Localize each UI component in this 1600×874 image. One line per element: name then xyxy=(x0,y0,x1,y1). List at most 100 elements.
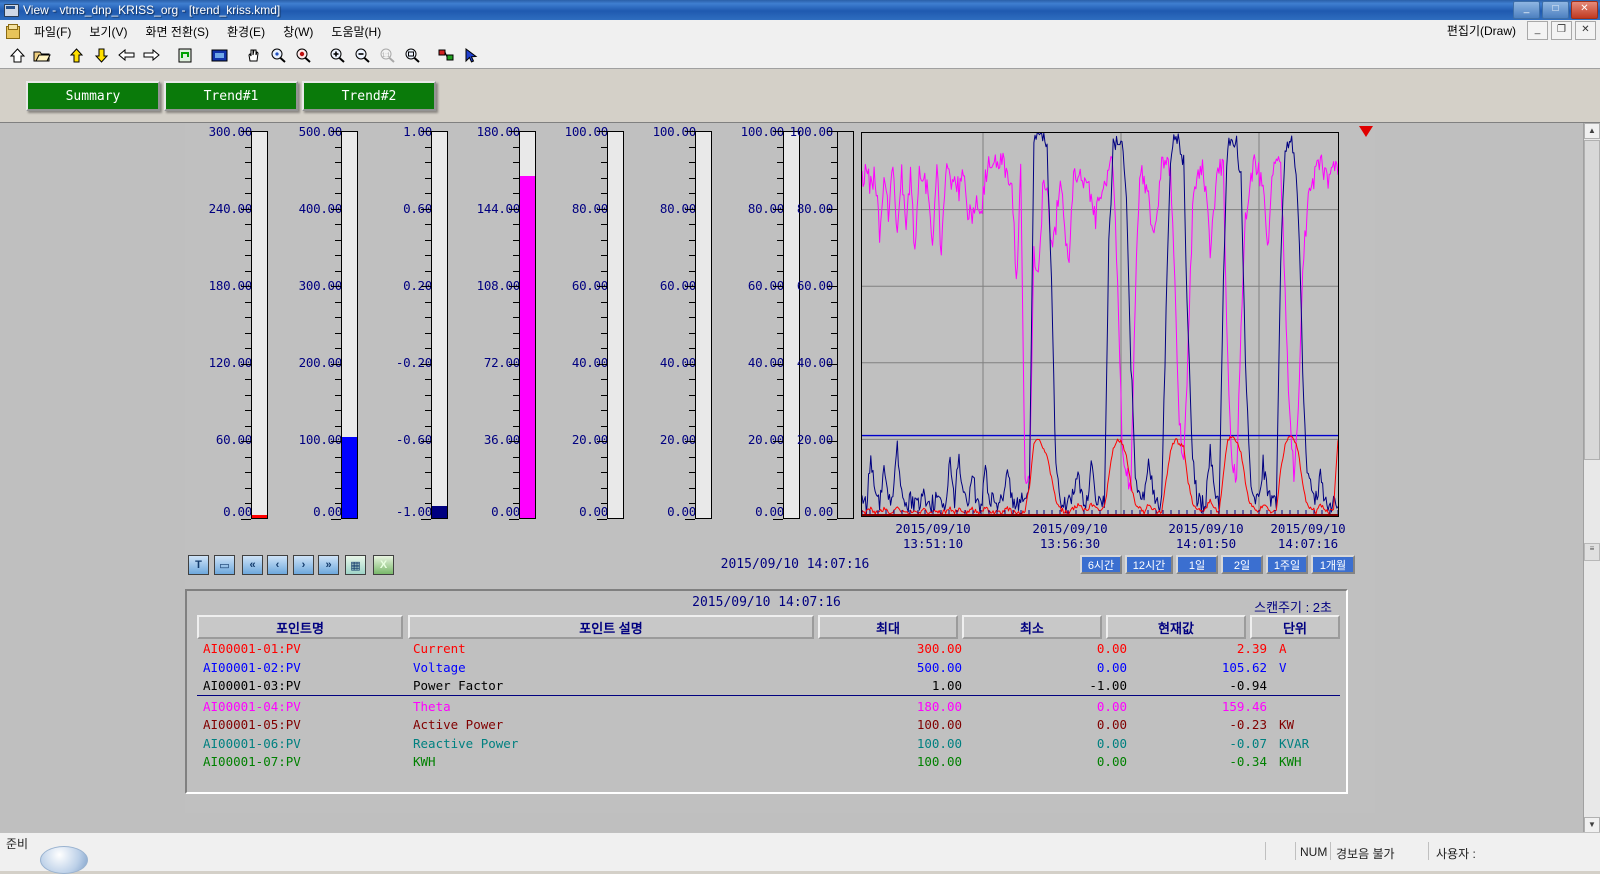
window-minimize-button[interactable]: _ xyxy=(1513,1,1540,19)
header-min[interactable]: 최소 xyxy=(962,615,1102,639)
zoom-area-icon[interactable] xyxy=(266,43,290,67)
scroll-fast-back-button[interactable]: « xyxy=(242,555,263,575)
header-point-description[interactable]: 포인트 설명 xyxy=(408,615,814,639)
table-row[interactable]: AI00001-03:PV Power Factor 1.00 -1.00 -0… xyxy=(197,678,1340,697)
mdi-restore-button[interactable]: ❐ xyxy=(1551,21,1572,40)
range-6h-button[interactable]: 6시간 xyxy=(1080,555,1122,574)
menu-file[interactable]: 파일(F) xyxy=(25,21,80,42)
gauge-voltage-tube xyxy=(341,131,358,519)
back-arrow-icon[interactable] xyxy=(114,43,138,67)
menu-window[interactable]: 창(W) xyxy=(274,21,322,42)
scroll-back-button[interactable]: ‹ xyxy=(267,555,288,575)
status-num-indicator: NUM xyxy=(1300,845,1328,859)
status-alarm-label: 경보음 불가 xyxy=(1336,847,1395,861)
trend-comment-button[interactable]: ▭ xyxy=(214,555,235,575)
zoom-fit-icon[interactable] xyxy=(400,43,424,67)
menu-view[interactable]: 보기(V) xyxy=(80,21,136,42)
cell-point-name: AI00001-02:PV xyxy=(203,659,301,675)
zoom-out-icon[interactable] xyxy=(350,43,374,67)
table-timestamp: 2015/09/10 14:07:16 xyxy=(692,595,841,610)
cell-current: -0.34 xyxy=(1229,754,1267,769)
range-12h-button[interactable]: 12시간 xyxy=(1125,555,1173,574)
header-unit[interactable]: 단위 xyxy=(1250,615,1340,639)
cell-current: -0.94 xyxy=(1229,678,1267,693)
header-max[interactable]: 최대 xyxy=(818,615,958,639)
chart-plot-area[interactable] xyxy=(861,132,1339,517)
zoom-in-icon[interactable] xyxy=(325,43,349,67)
menu-bar: 파일(F) 보기(V) 화면 전환(S) 환경(E) 창(W) 도움말(H) 편… xyxy=(0,20,1600,43)
gauge-reactive-power-tube xyxy=(695,131,712,519)
table-row[interactable]: AI00001-06:PV Reactive Power 100.00 0.00… xyxy=(197,736,1340,755)
chart-x-tick-date: 2015/09/10 xyxy=(895,521,971,536)
home-icon[interactable] xyxy=(5,43,29,67)
excel-export-button[interactable]: X xyxy=(373,555,394,575)
range-2day-button[interactable]: 2일 xyxy=(1221,555,1263,574)
header-point-name[interactable]: 포인트명 xyxy=(197,615,403,639)
zoom-100-icon[interactable]: 1:1 xyxy=(375,43,399,67)
title-bar: View - vtms_dnp_KRISS_org - [trend_kriss… xyxy=(0,0,1600,20)
cell-max: 300.00 xyxy=(916,641,962,656)
trend-chart: 100.00 80.00 60.00 40.00 20.00 0.00 2015… xyxy=(773,123,1373,551)
tab-summary[interactable]: Summary xyxy=(26,81,160,111)
window-controls: _ □ ✕ xyxy=(1513,1,1598,19)
scrollbar-grip[interactable]: ≡ xyxy=(1584,543,1600,561)
range-1day-button[interactable]: 1일 xyxy=(1176,555,1218,574)
gauge-ticks xyxy=(241,131,251,520)
table-header-row: 포인트명 포인트 설명 최대 최소 현재값 단위 xyxy=(197,615,1340,639)
menu-help[interactable]: 도움말(H) xyxy=(322,21,390,42)
scroll-forward-button[interactable]: › xyxy=(293,555,314,575)
chart-x-tick-time: 14:07:16 xyxy=(1277,536,1339,551)
scrollbar-thumb[interactable] xyxy=(1584,140,1600,460)
cell-min: 0.00 xyxy=(1096,735,1127,751)
mdi-close-button[interactable]: ✕ xyxy=(1575,21,1596,40)
window-maximize-button[interactable]: □ xyxy=(1542,1,1569,19)
scroll-up-arrow-icon[interactable]: ▲ xyxy=(1584,123,1600,139)
scroll-fast-forward-button[interactable]: » xyxy=(318,555,339,575)
menu-screen-switch[interactable]: 화면 전환(S) xyxy=(136,21,218,42)
scroll-down-arrow-icon[interactable]: ▼ xyxy=(1584,817,1600,833)
chart-x-tick-date: 2015/09/10 xyxy=(1032,521,1108,536)
gauge-ticks xyxy=(597,131,607,520)
header-current[interactable]: 현재값 xyxy=(1106,615,1246,639)
cell-point-name: AI00001-07:PV xyxy=(203,754,301,769)
tab-trend1[interactable]: Trend#1 xyxy=(164,81,298,111)
mdi-controls: 편집기(Draw) _ ❐ ✕ xyxy=(1447,21,1596,40)
mdi-minimize-button[interactable]: _ xyxy=(1527,21,1548,40)
cell-current: -0.07 xyxy=(1229,735,1267,751)
chart-scroll-marker-icon[interactable] xyxy=(1359,126,1373,137)
cell-description: Theta xyxy=(413,698,451,714)
cell-min: 0.00 xyxy=(1096,641,1127,656)
zoom-reset-icon[interactable] xyxy=(291,43,315,67)
page-down-icon[interactable] xyxy=(89,43,113,67)
vertical-scrollbar[interactable]: ▲ ≡ ▼ xyxy=(1583,123,1600,833)
trend-cursor-button[interactable]: T xyxy=(188,555,209,575)
table-row[interactable]: AI00001-07:PV KWH 100.00 0.00 -0.34 KWH xyxy=(197,754,1340,773)
pan-hand-icon[interactable] xyxy=(241,43,265,67)
window-close-button[interactable]: ✕ xyxy=(1571,1,1598,19)
menu-environment[interactable]: 환경(E) xyxy=(218,21,274,42)
main-toolbar: 1:1 xyxy=(0,42,1600,69)
calendar-button[interactable]: ▦ xyxy=(345,555,366,575)
table-row[interactable]: AI00001-02:PV Voltage 500.00 0.00 105.62… xyxy=(197,660,1340,679)
table-row[interactable]: AI00001-01:PV Current 300.00 0.00 2.39 A xyxy=(197,641,1340,660)
table-row[interactable]: AI00001-05:PV Active Power 100.00 0.00 -… xyxy=(197,717,1340,736)
fullscreen-icon[interactable] xyxy=(207,43,231,67)
refresh-icon[interactable] xyxy=(173,43,197,67)
cell-max: 100.00 xyxy=(916,717,962,732)
open-folder-icon[interactable] xyxy=(30,43,54,67)
table-row[interactable]: AI00001-04:PV Theta 180.00 0.00 159.46 xyxy=(197,699,1340,718)
toolbar-separator xyxy=(164,44,173,66)
gauge-voltage: 500.00 400.00 300.00 200.00 100.00 0.00 xyxy=(275,123,370,533)
forward-arrow-icon[interactable] xyxy=(139,43,163,67)
tab-trend2[interactable]: Trend#2 xyxy=(302,81,436,111)
page-up-icon[interactable] xyxy=(64,43,88,67)
gauge-power-factor: 1.00 0.60 0.20 -0.20 -0.60 -1.00 xyxy=(365,123,460,533)
cell-description: Reactive Power xyxy=(413,735,519,751)
tag-link-icon[interactable] xyxy=(434,43,458,67)
mdi-document-icon xyxy=(5,23,21,39)
scan-period-label: 스캔주기 : 2초 xyxy=(1254,600,1332,615)
range-1week-button[interactable]: 1주일 xyxy=(1266,555,1308,574)
pointer-icon[interactable] xyxy=(459,43,483,67)
gauge-theta: 180.00 144.00 108.00 72.00 36.00 0.00 xyxy=(453,123,548,533)
range-1month-button[interactable]: 1개월 xyxy=(1311,555,1355,574)
